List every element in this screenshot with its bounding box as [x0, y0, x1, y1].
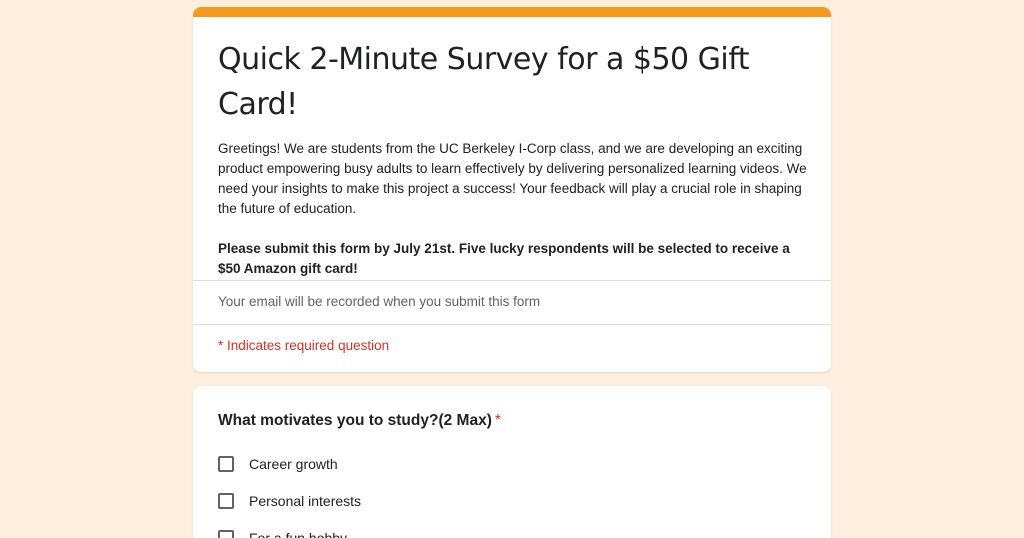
form-title: Quick 2-Minute Survey for a $50 Gift Car… — [218, 42, 750, 122]
divider — [193, 280, 831, 281]
survey-page: Quick 2-Minute Survey for a $50 Gift Car… — [0, 0, 1024, 538]
form-header-body: Quick 2-Minute Survey for a $50 Gift Car… — [193, 17, 831, 279]
checkbox[interactable] — [218, 530, 234, 538]
options-list: Career growth Personal interests For a f… — [218, 454, 807, 538]
required-note: * Indicates required question — [218, 338, 390, 353]
form-deadline-note: Please submit this form by July 21st. Fi… — [218, 241, 790, 276]
checkbox[interactable] — [218, 456, 234, 472]
form-header-card: Quick 2-Minute Survey for a $50 Gift Car… — [193, 7, 831, 372]
option-label: Personal interests — [249, 493, 362, 509]
divider — [193, 324, 831, 325]
option-career-growth[interactable]: Career growth — [218, 454, 807, 474]
question-title: What motivates you to study?(2 Max) * — [218, 412, 807, 430]
checkbox[interactable] — [218, 493, 234, 509]
required-star: * — [494, 412, 501, 429]
option-personal-interests[interactable]: Personal interests — [218, 491, 807, 511]
accent-bar — [193, 7, 831, 17]
email-note: Your email will be recorded when you sub… — [218, 294, 541, 309]
question-title-text: What motivates you to study?(2 Max) — [218, 412, 492, 429]
question-card: What motivates you to study?(2 Max) * Car… — [193, 386, 831, 538]
option-label: Career growth — [249, 456, 338, 472]
form-description: Greetings! We are students from the UC B… — [218, 139, 807, 279]
option-fun-hobby[interactable]: For a fun hobby — [218, 528, 807, 538]
option-label: For a fun hobby — [249, 530, 348, 538]
form-description-text: Greetings! We are students from the UC B… — [218, 141, 807, 216]
